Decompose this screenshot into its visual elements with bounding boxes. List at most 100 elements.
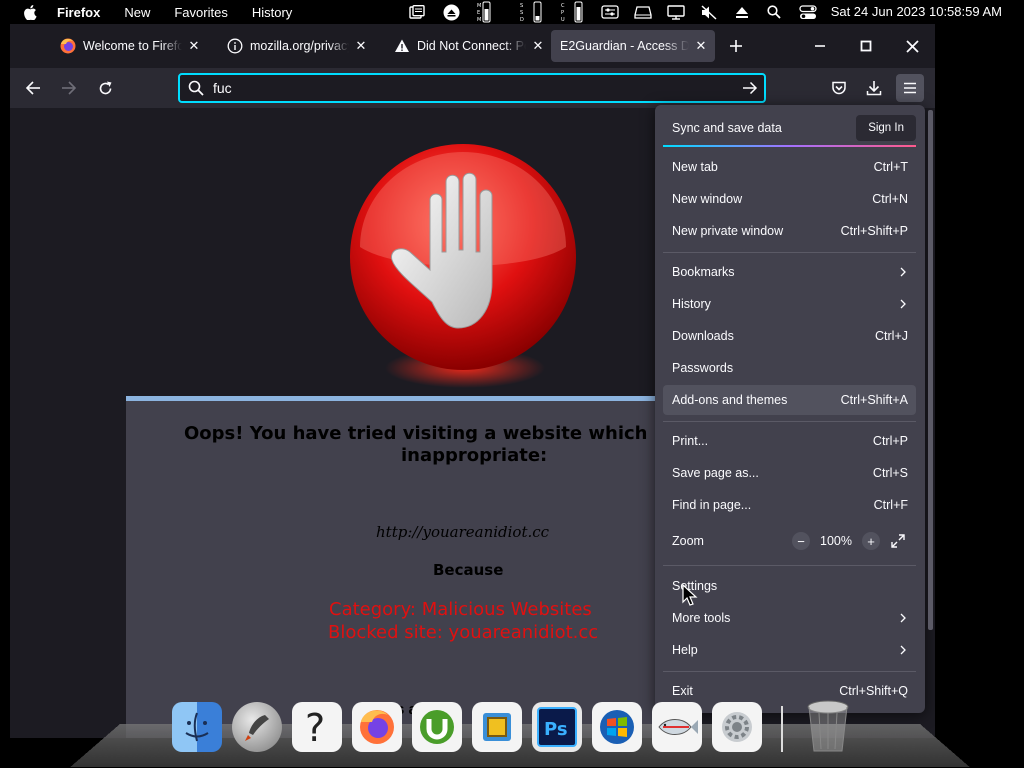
menu-item-shortcut: Ctrl+J [875,329,908,343]
chevron-right-icon [900,267,906,277]
zoom-in-button[interactable]: + [862,532,880,550]
help-icon[interactable]: ? [292,702,342,752]
downloads-button[interactable] [860,74,888,102]
url-bar[interactable] [178,73,766,103]
menu-item-exit[interactable]: Exit Ctrl+Shift+Q [663,676,916,706]
launchpad-icon[interactable] [232,702,282,752]
menubar-clock[interactable]: Sat 24 Jun 2023 10:58:59 AM [831,0,1002,24]
apple-icon[interactable] [23,4,37,20]
new-tab-button[interactable] [726,36,746,56]
menu-item-print[interactable]: Print... Ctrl+P [663,426,916,456]
menu-item-history[interactable]: History [663,289,916,319]
hamburger-menu-icon [904,82,916,94]
forward-arrow-icon [62,81,77,95]
menu-item-new-window[interactable]: New window Ctrl+N [663,184,916,214]
windows-icon[interactable] [592,702,642,752]
sign-in-button[interactable]: Sign In [856,115,916,141]
back-arrow-icon [25,81,40,95]
minimize-icon [815,45,825,47]
tab-close-icon[interactable]: ✕ [186,38,202,54]
spotlight-search-icon[interactable] [765,0,783,24]
tab-close-icon[interactable]: ✕ [693,38,709,54]
firefox-icon[interactable] [352,702,402,752]
svg-text:U: U [561,17,565,23]
menu-app-name[interactable]: Firefox [57,5,100,20]
zoom-level[interactable]: 100% [820,534,852,548]
menu-item-shortcut: Ctrl+P [872,434,908,448]
close-icon [905,39,919,53]
menu-item-find-in-page[interactable]: Find in page... Ctrl+F [663,490,916,520]
menu-new[interactable]: New [124,5,150,20]
archive-icon[interactable] [472,702,522,752]
upload-circle-icon[interactable] [442,0,460,24]
zoom-out-button[interactable]: − [792,532,811,550]
access-denied-message: Oops! You have tried visiting a website … [126,396,833,738]
menu-item-passwords[interactable]: Passwords [663,353,916,383]
menu-item-addons-themes[interactable]: Add-ons and themes Ctrl+Shift+A [663,385,916,415]
menu-item-help[interactable]: Help [663,635,916,665]
svg-text:P: P [561,10,564,16]
go-arrow-icon[interactable] [742,80,758,96]
menu-item-shortcut: Ctrl+Shift+Q [839,684,908,698]
menu-item-new-private-window[interactable]: New private window Ctrl+Shift+P [663,216,916,246]
trash-icon[interactable] [804,698,852,756]
menu-item-label: Print... [672,434,709,448]
forward-button[interactable] [55,74,83,102]
fullscreen-button[interactable] [888,531,908,551]
url-input[interactable] [213,80,742,96]
utorrent-icon[interactable] [412,702,462,752]
menu-separator [663,671,916,672]
maximize-icon [860,40,872,52]
info-icon [227,38,243,54]
dock-separator [781,706,783,752]
menu-item-label: Passwords [672,361,734,375]
minimize-button[interactable] [808,34,832,58]
svg-text:M: M [477,3,481,9]
svg-text:S: S [520,10,523,16]
finder-icon[interactable] [172,702,222,752]
chevron-right-icon [900,645,906,655]
reload-button[interactable] [91,74,119,102]
display-icon[interactable] [666,0,686,24]
menu-favorites[interactable]: Favorites [174,5,227,20]
menu-item-shortcut: Ctrl+S [872,466,908,480]
menu-separator [663,565,916,566]
firefox-app-menu: Sync and save data Sign In New tab Ctrl+… [655,105,925,713]
svg-text:?: ? [305,707,325,747]
back-button[interactable] [19,74,47,102]
tab-close-icon[interactable]: ✕ [353,38,369,54]
svg-text:Ps: Ps [544,719,568,740]
eject-icon[interactable] [733,0,751,24]
pocket-button[interactable] [825,74,853,102]
mem-meter[interactable]: MEM [476,0,492,24]
maximize-button[interactable] [854,34,878,58]
tab-welcome-firefox[interactable]: Welcome to Firefox ✕ [50,30,208,62]
settings-icon[interactable] [712,702,762,752]
tab-mozilla-privacy[interactable]: mozilla.org/privacy/firefox ✕ [217,30,375,62]
photoshop-icon[interactable]: Ps [532,702,582,752]
page-scrollbar[interactable] [928,110,933,630]
volume-muted-icon[interactable] [700,0,718,24]
toggles-icon[interactable] [600,0,620,24]
tab-e2guardian[interactable]: E2Guardian - Access Denied ✕ [551,30,715,62]
menu-item-bookmarks[interactable]: Bookmarks [663,257,916,287]
control-center-icon[interactable] [798,0,818,24]
fish-icon[interactable] [652,702,702,752]
drive-icon[interactable] [633,0,653,24]
menu-item-new-tab[interactable]: New tab Ctrl+T [663,152,916,182]
clipboard-icon[interactable] [408,0,426,24]
menu-item-save-page[interactable]: Save page as... Ctrl+S [663,458,916,488]
app-menu-button[interactable] [896,74,924,102]
close-window-button[interactable] [900,34,924,58]
ssd-meter[interactable]: SSD [519,0,545,24]
tab-did-not-connect[interactable]: Did Not Connect: Potential Security Issu… [384,30,552,62]
menu-item-label: Exit [672,684,693,698]
menu-item-label: Save page as... [672,466,759,480]
search-icon [188,80,204,96]
menu-item-downloads[interactable]: Downloads Ctrl+J [663,321,916,351]
tab-close-icon[interactable]: ✕ [530,38,546,54]
cpu-meter[interactable]: CPU [560,0,586,24]
sync-row: Sync and save data Sign In [663,111,916,145]
menu-item-label: Settings [672,579,718,593]
menu-history[interactable]: History [252,5,292,20]
